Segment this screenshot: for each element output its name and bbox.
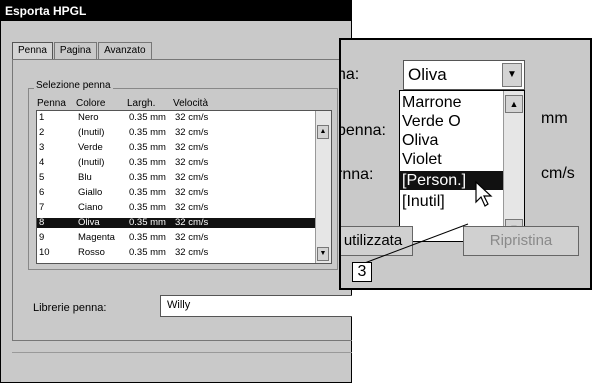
pen-cell-color: (Inutil) [78,127,105,138]
callout-number: 3 [352,262,372,282]
pen-list-scrollbar[interactable]: ▲ ▼ [315,111,331,263]
pen-cell-color: Giallo [78,187,103,198]
pen-cell-speed: 32 cm/s [175,157,209,168]
pen-row[interactable]: 10 Rosso 0.35 mm 32 cm/s [37,248,317,258]
column-header-width: Largh. [127,98,156,109]
zoom-width-label: penna: [339,122,386,139]
pen-cell-speed: 32 cm/s [175,112,209,123]
restore-button[interactable]: Ripristina [463,226,579,256]
column-header-speed: Velocità [173,98,209,109]
unit-mm: mm [541,110,568,127]
pen-cell-speed: 32 cm/s [175,127,209,138]
mouse-cursor-icon [475,180,493,207]
pen-cell-pen: 9 [39,232,45,243]
pen-cell-speed: 32 cm/s [175,142,209,153]
pen-cell-width: 0.35 mm [129,232,166,243]
pen-cell-pen: 3 [39,142,45,153]
tab-avanzato[interactable]: Avanzato [98,42,152,60]
pen-cell-pen: 4 [39,157,45,168]
color-select[interactable]: Oliva ▼ [403,60,525,90]
pen-cell-color: Magenta [78,232,115,243]
pen-cell-speed: 32 cm/s [175,232,209,243]
callout-leader-line [361,223,469,265]
pen-cell-pen: 10 [39,247,50,258]
scroll-up-icon[interactable]: ▲ [317,125,329,139]
pen-cell-width: 0.35 mm [129,172,166,183]
pen-row[interactable]: 2 (Inutil) 0.35 mm 32 cm/s [37,128,317,138]
pen-cell-width: 0.35 mm [129,157,166,168]
scroll-down-icon[interactable]: ▼ [317,247,329,261]
pen-cell-color: Rosso [78,247,105,258]
pen-row[interactable]: 1 Nero 0.35 mm 32 cm/s [37,113,317,123]
pen-cell-width: 0.35 mm [129,112,166,123]
column-header-color: Colore [76,98,106,109]
unit-speed: cm/s [541,165,575,182]
color-option[interactable]: Marrone [400,93,504,112]
pen-cell-speed: 32 cm/s [175,217,209,228]
pen-cell-width: 0.35 mm [129,247,166,258]
scroll-up-icon[interactable]: ▲ [505,95,523,113]
pen-library-field[interactable]: Willy [160,295,352,317]
pen-row[interactable]: 7 Ciano 0.35 mm 32 cm/s [37,203,317,213]
window-title: Esporta HPGL [1,1,351,21]
pen-row[interactable]: 6 Giallo 0.35 mm 32 cm/s [37,188,317,198]
pen-cell-speed: 32 cm/s [175,247,209,258]
pen-row[interactable]: 3 Verde 0.35 mm 32 cm/s [37,143,317,153]
pen-selection-label: Selezione penna [34,80,113,91]
tab-penna[interactable]: Penna [12,42,53,60]
pen-cell-pen: 8 [39,217,45,228]
color-option[interactable]: Violet [400,150,504,169]
pen-cell-pen: 6 [39,187,45,198]
pen-list[interactable]: 10 Rosso 0.35 mm 32 cm/s 9 Magenta 0.35 mm 32 c… [36,110,332,264]
pen-row[interactable]: 5 Blu 0.35 mm 32 cm/s [37,173,317,183]
pen-row[interactable]: 9 Magenta 0.35 mm 32 cm/s [37,233,317,243]
pen-cell-pen: 7 [39,202,45,213]
dropdown-scrollbar[interactable]: ▲ ▼ [503,91,524,241]
pen-cell-color: Ciano [78,202,103,213]
pen-cell-color: (Inutil) [78,157,105,168]
pen-cell-speed: 32 cm/s [175,202,209,213]
zoom-color-label: na: [339,66,360,83]
pen-library-label: Librerie penna: [33,302,107,314]
pen-cell-width: 0.35 mm [129,202,166,213]
pen-cell-color: Oliva [78,217,100,228]
pen-cell-pen: 5 [39,172,45,183]
column-header-pen: Penna [37,98,66,109]
color-option[interactable]: Oliva [400,131,504,150]
pen-cell-speed: 32 cm/s [175,187,209,198]
pen-cell-width: 0.35 mm [129,187,166,198]
pen-cell-pen: 1 [39,112,45,123]
divider [12,352,352,353]
pen-cell-pen: 2 [39,127,45,138]
pen-cell-speed: 32 cm/s [175,172,209,183]
chevron-down-icon[interactable]: ▼ [502,63,522,87]
pen-cell-width: 0.35 mm [129,142,166,153]
tab-pagina[interactable]: Pagina [53,42,98,60]
pen-row[interactable]: 4 (Inutil) 0.35 mm 32 cm/s [37,158,317,168]
zoom-speed-label: rnna: [339,166,374,183]
pen-cell-width: 0.35 mm [129,217,166,228]
pen-cell-color: Nero [78,112,99,123]
pen-cell-color: Verde [78,142,103,153]
color-option[interactable]: Verde O [400,112,504,131]
pen-row-selected[interactable]: 8 Oliva 0.35 mm 32 cm/s [37,218,317,228]
pen-cell-color: Blu [78,172,92,183]
pen-cell-width: 0.35 mm [129,127,166,138]
tab-bar: Penna Pagina Avanzato [12,42,153,60]
color-select-value: Oliva [408,65,447,84]
